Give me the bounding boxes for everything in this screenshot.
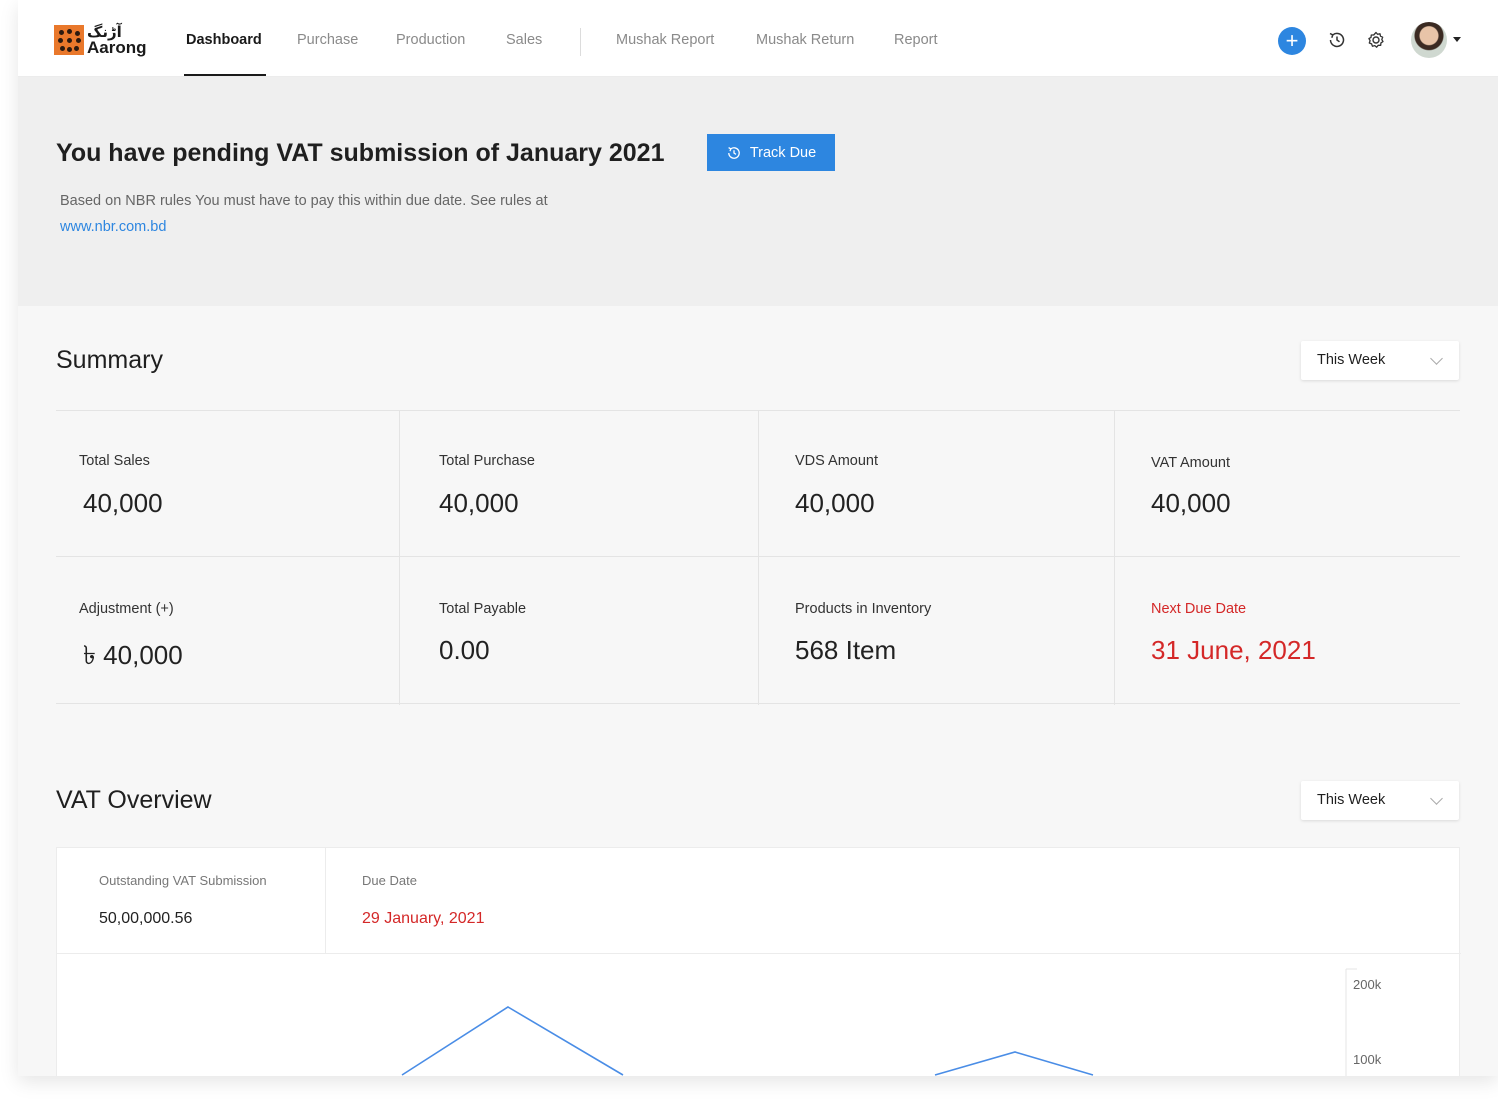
due-date-label: Due Date: [362, 873, 417, 888]
summary-title: Summary: [56, 346, 163, 374]
summary-label: Next Due Date: [1151, 601, 1247, 617]
nav-divider: [580, 28, 581, 56]
summary-label: Total Purchase: [439, 453, 535, 469]
y-tick-label-100k: 100k: [1353, 1052, 1382, 1067]
banner-title: You have pending VAT submission of Janua…: [56, 139, 665, 167]
top-navigation: آڑنگ Aarong Dashboard Purchase Productio…: [18, 0, 1498, 77]
outstanding-value: 50,00,000.56: [99, 910, 193, 927]
brand-logo[interactable]: آڑنگ Aarong: [54, 20, 147, 60]
summary-card-total-purchase: Total Purchase 40,000: [439, 411, 779, 556]
summary-label: Products in Inventory: [795, 601, 932, 617]
track-due-label: Track Due: [749, 144, 817, 161]
summary-grid: Total Sales 40,000 Total Purchase 40,000…: [56, 410, 1460, 705]
due-date-value: 29 January, 2021: [362, 910, 485, 927]
nav-mushak-return[interactable]: Mushak Return: [756, 32, 854, 48]
logo-mark-icon: [54, 25, 84, 55]
vat-overview-card: Outstanding VAT Submission 50,00,000.56 …: [56, 847, 1461, 1076]
summary-value: 40,000: [83, 488, 163, 518]
summary-label: Adjustment (+): [79, 601, 174, 617]
summary-period-value: This Week: [1317, 352, 1386, 368]
nav-production[interactable]: Production: [396, 32, 465, 48]
pending-vat-banner: You have pending VAT submission of Janua…: [18, 77, 1498, 306]
summary-value: 40,000: [1151, 488, 1231, 518]
banner-description: Based on NBR rules You must have to pay …: [60, 193, 548, 209]
summary-value: 40,000: [795, 488, 875, 518]
logo-text: آڑنگ Aarong: [87, 24, 147, 57]
summary-period-select[interactable]: This Week: [1301, 341, 1459, 380]
nbr-link[interactable]: www.nbr.com.bd: [60, 219, 166, 235]
nav-purchase[interactable]: Purchase: [297, 32, 358, 48]
chevron-down-icon: [1430, 792, 1443, 805]
nav-dashboard[interactable]: Dashboard: [186, 32, 262, 48]
gear-icon[interactable]: [1365, 29, 1387, 51]
avatar[interactable]: [1411, 22, 1447, 58]
vat-series-line-1: [401, 1006, 624, 1076]
summary-value: 40,000: [439, 488, 519, 518]
nav-sales[interactable]: Sales: [506, 32, 542, 48]
summary-card-vds-amount: VDS Amount 40,000: [795, 411, 1135, 556]
y-tick-label-200k: 200k: [1353, 977, 1382, 992]
vat-series-line-2: [934, 1051, 1094, 1076]
active-tab-indicator: [184, 74, 266, 76]
summary-value: 31 June, 2021: [1151, 635, 1316, 665]
vat-period-select[interactable]: This Week: [1301, 781, 1459, 820]
summary-value: ৳ 40,000: [83, 640, 183, 670]
stat-divider: [325, 848, 326, 954]
nav-report[interactable]: Report: [894, 32, 938, 48]
nav-mushak-report[interactable]: Mushak Report: [616, 32, 714, 48]
summary-label: Total Payable: [439, 601, 527, 617]
chevron-down-icon: [1430, 352, 1443, 365]
summary-label: VDS Amount: [795, 453, 879, 469]
vat-overview-title: VAT Overview: [56, 786, 212, 814]
vat-period-value: This Week: [1317, 792, 1386, 808]
summary-card-adjustment: Adjustment (+) ৳ 40,000: [79, 557, 419, 702]
track-due-button[interactable]: Track Due: [707, 134, 835, 171]
summary-value: 568 Item: [795, 635, 897, 665]
summary-card-vat-amount: VAT Amount 40,000: [1151, 411, 1491, 556]
outstanding-label: Outstanding VAT Submission: [99, 873, 267, 888]
summary-card-total-sales: Total Sales 40,000: [79, 411, 419, 556]
summary-value: 0.00: [439, 635, 490, 665]
vat-chart: 200k 100k: [401, 968, 1382, 1076]
summary-card-next-due-date: Next Due Date 31 June, 2021: [1151, 557, 1491, 702]
app-window: آڑنگ Aarong Dashboard Purchase Productio…: [18, 0, 1498, 1076]
plus-icon[interactable]: +: [1278, 27, 1306, 55]
summary-card-total-payable: Total Payable 0.00: [439, 557, 779, 702]
vat-overview-stats: Outstanding VAT Submission 50,00,000.56 …: [57, 848, 1461, 954]
summary-label: Total Sales: [79, 453, 150, 469]
summary-card-products-inventory: Products in Inventory 568 Item: [795, 557, 1135, 702]
history-icon[interactable]: [1326, 29, 1348, 51]
history-icon: [727, 146, 740, 159]
summary-label: VAT Amount: [1151, 455, 1230, 471]
caret-down-icon[interactable]: [1453, 37, 1461, 42]
